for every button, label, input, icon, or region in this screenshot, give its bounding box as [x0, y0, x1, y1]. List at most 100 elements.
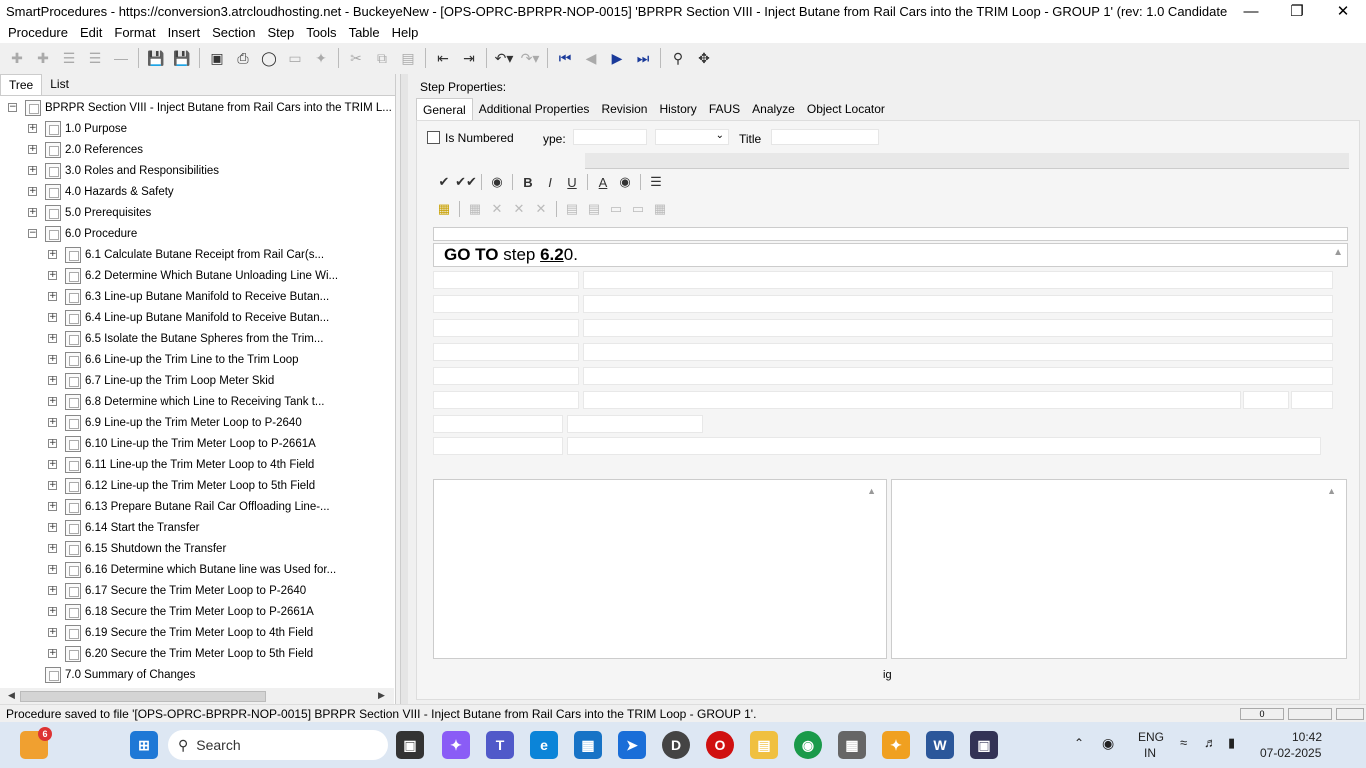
bold-icon[interactable]: B [517, 171, 539, 193]
previous-icon[interactable]: ◀ [578, 46, 604, 70]
tab-revision[interactable]: Revision [595, 98, 653, 120]
row-field-middle[interactable] [567, 415, 703, 433]
save-copy-icon[interactable]: 💾 [143, 46, 169, 70]
scrollbar-thumb[interactable] [20, 691, 266, 702]
row-field-left[interactable] [433, 437, 563, 455]
tree-node-step[interactable]: +6.15 Shutdown the Transfer [48, 538, 226, 559]
expand-icon[interactable]: + [48, 481, 57, 490]
tree-node-step[interactable]: +6.13 Prepare Butane Rail Car Offloading… [48, 496, 330, 517]
opera-icon[interactable]: O [706, 731, 734, 759]
scroll-up-icon[interactable]: ▲ [867, 486, 876, 496]
title-field[interactable] [771, 129, 879, 145]
tab-tree[interactable]: Tree [0, 74, 43, 95]
word-icon[interactable]: W [926, 731, 954, 759]
scroll-up-icon[interactable]: ▲ [1327, 486, 1336, 496]
row-field-right[interactable] [583, 367, 1333, 385]
delete-table-icon[interactable]: ✕ [530, 198, 552, 220]
row-field-right[interactable] [583, 319, 1333, 337]
expand-icon[interactable]: + [48, 607, 57, 616]
menu-help[interactable]: Help [386, 25, 425, 40]
weather-icon[interactable]: 6 [20, 727, 52, 759]
row-field-left[interactable] [433, 295, 579, 313]
tree-node-section[interactable]: + 4.0 Hazards & Safety [28, 181, 174, 202]
expand-icon[interactable]: + [28, 124, 37, 133]
expand-icon[interactable]: + [28, 208, 37, 217]
expand-icon[interactable]: + [28, 187, 37, 196]
undo-icon[interactable]: ↶▾ [491, 46, 517, 70]
tree-node-step[interactable]: +6.4 Line-up Butane Manifold to Receive … [48, 307, 329, 328]
tree-node-step[interactable]: +6.2 Determine Which Butane Unloading Li… [48, 265, 338, 286]
align-icon[interactable]: ☰ [645, 171, 667, 193]
copy-icon[interactable]: ⧉ [369, 46, 395, 70]
notes-box-left[interactable]: ▲ [433, 479, 887, 659]
tree-node-root[interactable]: − BPRPR Section VIII - Inject Butane fro… [8, 97, 392, 118]
tree-node-step[interactable]: +6.20 Secure the Trim Meter Loop to 5th … [48, 643, 313, 664]
tree-horizontal-scrollbar[interactable]: ◀ ▶ [0, 688, 394, 704]
window-icon[interactable]: ▭ [282, 46, 308, 70]
insert-table-icon[interactable]: ▦ [433, 198, 455, 220]
indent-icon[interactable]: ⇥ [456, 46, 482, 70]
expand-icon[interactable]: + [48, 586, 57, 595]
outdent-icon[interactable]: ⇤ [430, 46, 456, 70]
copilot-icon[interactable]: ✦ [442, 731, 470, 759]
edge-icon[interactable]: e [530, 731, 558, 759]
expand-icon[interactable]: + [48, 292, 57, 301]
tree-node-step[interactable]: +6.7 Line-up the Trim Loop Meter Skid [48, 370, 274, 391]
wand-icon[interactable]: ✦ [308, 46, 334, 70]
clock-date[interactable]: 07-02-2025 [1260, 746, 1321, 760]
tree-node-step[interactable]: +6.1 Calculate Butane Receipt from Rail … [48, 244, 324, 265]
row-field-left[interactable] [433, 271, 579, 289]
tree-node-step[interactable]: +6.3 Line-up Butane Manifold to Receive … [48, 286, 329, 307]
row-field-left[interactable] [433, 367, 579, 385]
list-icon[interactable]: ☰ [56, 46, 82, 70]
remote-desktop-icon[interactable]: ▣ [970, 731, 998, 759]
tree-node-step[interactable]: +6.18 Secure the Trim Meter Loop to P-26… [48, 601, 314, 622]
row-field-left[interactable] [433, 415, 563, 433]
tree-node-step[interactable]: +6.14 Start the Transfer [48, 517, 199, 538]
menu-format[interactable]: Format [108, 25, 161, 40]
collapse-icon[interactable]: − [28, 229, 37, 238]
file-explorer-icon[interactable]: ▤ [750, 731, 778, 759]
find-icon[interactable]: ⚲ [665, 46, 691, 70]
tree-node-step[interactable]: +6.11 Line-up the Trim Meter Loop to 4th… [48, 454, 314, 475]
tab-analyze[interactable]: Analyze [746, 98, 801, 120]
app-icon[interactable]: ➤ [618, 731, 646, 759]
move-icon[interactable]: ✥ [691, 46, 717, 70]
tab-list[interactable]: List [42, 74, 77, 95]
add-child-icon[interactable]: ✚ [30, 46, 56, 70]
network-status-icon[interactable]: ◉ [1102, 735, 1114, 752]
chrome-icon[interactable]: ◉ [794, 731, 822, 759]
tab-object-locator[interactable]: Object Locator [801, 98, 891, 120]
scroll-right-icon[interactable]: ▶ [378, 690, 385, 701]
next-icon[interactable]: ▶ [604, 46, 630, 70]
save-icon[interactable]: 💾 [169, 46, 195, 70]
minimize-button[interactable]: — [1228, 0, 1274, 22]
delete-column-icon[interactable]: ✕ [486, 198, 508, 220]
language-line1[interactable]: ENG [1138, 730, 1164, 744]
menu-section[interactable]: Section [206, 25, 261, 40]
chevron-up-icon[interactable]: ⌃ [1074, 736, 1084, 750]
smartprocedures-icon[interactable]: ✦ [882, 731, 910, 759]
double-check-icon[interactable]: ✔✔ [455, 171, 477, 193]
tree-node-step[interactable]: +6.6 Line-up the Trim Line to the Trim L… [48, 349, 299, 370]
expand-icon[interactable]: + [48, 523, 57, 532]
type-field[interactable] [573, 129, 647, 145]
teams-icon[interactable]: T [486, 731, 514, 759]
expand-icon[interactable]: + [28, 145, 37, 154]
step-text-editor[interactable]: GO TO step 6.20. ▲ [433, 243, 1348, 267]
row-field-left[interactable] [433, 319, 579, 337]
expand-icon[interactable]: + [48, 439, 57, 448]
menu-edit[interactable]: Edit [74, 25, 108, 40]
web-icon[interactable]: ◯ [256, 46, 282, 70]
scroll-up-icon[interactable]: ▲ [1333, 244, 1343, 264]
expand-icon[interactable]: + [48, 334, 57, 343]
table-icon[interactable]: ▦ [464, 198, 486, 220]
tree-node-step[interactable]: +6.12 Line-up the Trim Meter Loop to 5th… [48, 475, 315, 496]
font-color-icon[interactable]: A [592, 171, 614, 193]
task-view-icon[interactable]: ▣ [396, 731, 424, 759]
app-icon[interactable]: ▦ [838, 731, 866, 759]
properties-icon[interactable]: ▦ [649, 198, 671, 220]
paste-icon[interactable]: ▤ [395, 46, 421, 70]
tree-node-section[interactable]: 7.0 Summary of Changes [45, 664, 195, 685]
split-icon[interactable]: ▤ [583, 198, 605, 220]
